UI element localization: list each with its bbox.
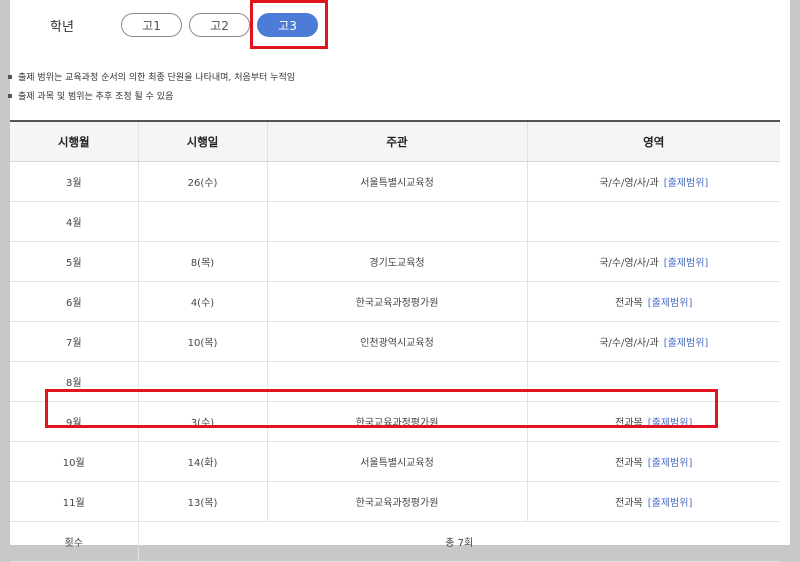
cell-month: 10월 — [10, 441, 138, 482]
cell-day: 10(목) — [137, 321, 267, 362]
exam-range-link[interactable]: [출제범위] — [648, 458, 693, 469]
table-row: 5월 8(목) 경기도교육청 국/수/영/사/과 [출제범위] — [10, 241, 780, 282]
total-value: 총 7회 — [137, 521, 780, 562]
cell-area — [526, 361, 780, 402]
table-row: 11월 13(목) 한국교육과정평가원 전과목 [출제범위] — [10, 481, 780, 522]
bullet-icon — [8, 93, 12, 98]
cell-month: 9월 — [10, 401, 138, 442]
cell-month: 7월 — [10, 321, 138, 362]
cell-day — [137, 361, 267, 402]
cell-month: 6월 — [10, 281, 138, 322]
header-org: 주관 — [266, 120, 527, 162]
cell-area: 국/수/영/사/과 [출제범위] — [526, 321, 780, 362]
exam-range-link[interactable]: [출제범위] — [664, 178, 709, 189]
header-area: 영역 — [526, 120, 780, 162]
table-row: 8월 — [10, 361, 780, 402]
grade-button-2[interactable]: 고2 — [189, 13, 250, 37]
table-row: 3월 26(수) 서울특별시교육청 국/수/영/사/과 [출제범위] — [10, 161, 780, 202]
table-row: 9월 3(수) 한국교육과정평가원 전과목 [출제범위] — [10, 401, 780, 442]
header-month: 시행월 — [10, 120, 138, 162]
cell-area — [526, 201, 780, 242]
cell-org — [266, 201, 527, 242]
cell-area: 전과목 [출제범위] — [526, 481, 780, 522]
cell-day — [137, 201, 267, 242]
cell-org: 인천광역시교육청 — [266, 321, 527, 362]
cell-day: 8(목) — [137, 241, 267, 282]
cell-day: 13(목) — [137, 481, 267, 522]
cell-org: 경기도교육청 — [266, 241, 527, 282]
cell-org: 한국교육과정평가원 — [266, 481, 527, 522]
exam-range-link[interactable]: [출제범위] — [648, 298, 693, 309]
cell-day: 3(수) — [137, 401, 267, 442]
cell-org: 서울특별시교육청 — [266, 161, 527, 202]
grade-label: 학년 — [50, 20, 74, 35]
cell-month: 3월 — [10, 161, 138, 202]
table-row: 6월 4(수) 한국교육과정평가원 전과목 [출제범위] — [10, 281, 780, 322]
exam-range-link[interactable]: [출제범위] — [648, 418, 693, 429]
table-row: 10월 14(화) 서울특별시교육청 전과목 [출제범위] — [10, 441, 780, 482]
cell-org — [266, 361, 527, 402]
cell-month: 5월 — [10, 241, 138, 282]
table-total-row: 횟수 총 7회 — [10, 521, 780, 562]
exam-range-link[interactable]: [출제범위] — [648, 498, 693, 509]
cell-day: 14(화) — [137, 441, 267, 482]
cell-month: 4월 — [10, 201, 138, 242]
cell-day: 26(수) — [137, 161, 267, 202]
cell-month: 8월 — [10, 361, 138, 402]
grade-button-1[interactable]: 고1 — [121, 13, 182, 37]
cell-area: 국/수/영/사/과 [출제범위] — [526, 161, 780, 202]
cell-org: 한국교육과정평가원 — [266, 281, 527, 322]
note-item: 출제 범위는 교육과정 순서의 의한 최종 단원을 나타내며, 처음부터 누적임 — [8, 69, 295, 88]
header-day: 시행일 — [137, 120, 267, 162]
cell-month: 11월 — [10, 481, 138, 522]
table-header-row: 시행월 시행일 주관 영역 — [10, 120, 780, 162]
exam-range-link[interactable]: [출제범위] — [664, 338, 709, 349]
cell-day: 4(수) — [137, 281, 267, 322]
cell-area: 전과목 [출제범위] — [526, 281, 780, 322]
cell-org: 서울특별시교육청 — [266, 441, 527, 482]
total-label: 횟수 — [10, 521, 138, 562]
note-item: 출제 과목 및 범위는 추후 조정 될 수 있음 — [8, 88, 295, 107]
cell-area: 국/수/영/사/과 [출제범위] — [526, 241, 780, 282]
cell-area: 전과목 [출제범위] — [526, 441, 780, 482]
table-row: 4월 — [10, 201, 780, 242]
grade-button-3[interactable]: 고3 — [257, 13, 318, 37]
exam-range-link[interactable]: [출제범위] — [664, 258, 709, 269]
notes-list: 출제 범위는 교육과정 순서의 의한 최종 단원을 나타내며, 처음부터 누적임… — [8, 69, 295, 107]
exam-schedule-table: 시행월 시행일 주관 영역 3월 26(수) 서울특별시교육청 국/수/영/사/… — [10, 120, 780, 562]
cell-area: 전과목 [출제범위] — [526, 401, 780, 442]
bullet-icon — [8, 74, 12, 79]
cell-org: 한국교육과정평가원 — [266, 401, 527, 442]
table-row: 7월 10(목) 인천광역시교육청 국/수/영/사/과 [출제범위] — [10, 321, 780, 362]
